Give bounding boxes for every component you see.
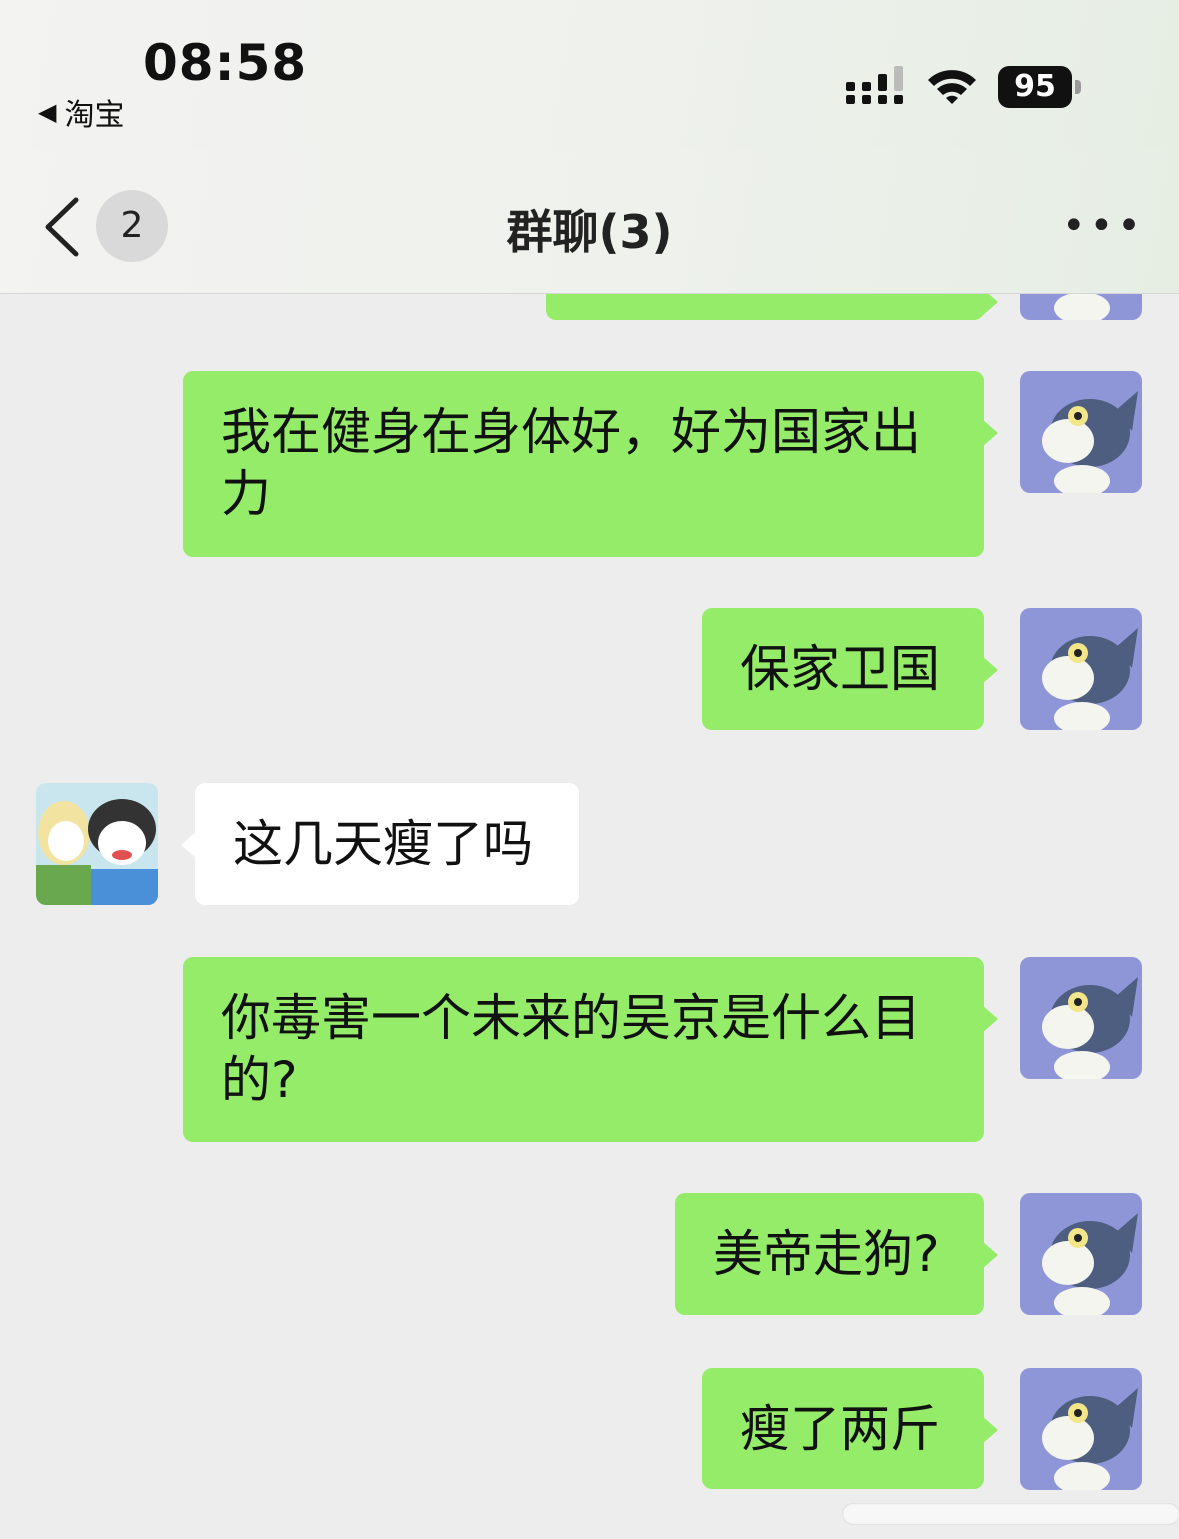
signal-icon: [846, 66, 903, 104]
back-to-app-button[interactable]: ◀ 淘宝: [38, 90, 124, 134]
tom-cat-avatar-icon: [1020, 1193, 1142, 1315]
avatar-self[interactable]: [1020, 1193, 1142, 1315]
avatar-other[interactable]: [36, 783, 158, 905]
tom-cat-avatar-icon: [1020, 1368, 1142, 1490]
battery-level: 95: [998, 66, 1072, 108]
home-indicator: [842, 1503, 1179, 1525]
back-app-label: 淘宝: [64, 98, 125, 133]
avatar-self[interactable]: [1020, 957, 1142, 1079]
battery-icon: 95: [998, 66, 1088, 108]
back-triangle-icon: ◀: [38, 98, 57, 126]
wifi-icon: [928, 70, 976, 104]
message-bubble[interactable]: 瘦了两斤: [702, 1368, 998, 1489]
chat-header: 2 群聊(3) •••: [0, 150, 1179, 294]
tom-cat-avatar-icon: [1020, 371, 1142, 493]
message-bubble[interactable]: 你毒害一个未来的吴京是什么目的?: [183, 957, 998, 1142]
status-bar: 08:58 ◀ 淘宝 95: [0, 0, 1179, 150]
message-bubble[interactable]: 保家卫国: [702, 608, 998, 730]
message-bubble-incoming[interactable]: 这几天瘦了吗: [181, 783, 579, 905]
message-bubble[interactable]: 我在健身在身体好，好为国家出力: [183, 371, 998, 557]
tom-cat-avatar-icon: [1020, 608, 1142, 730]
tom-cat-avatar-icon: [1020, 957, 1142, 1079]
chat-title: 群聊(3): [506, 205, 673, 259]
status-time: 08:58: [143, 34, 308, 92]
avatar-self[interactable]: [1020, 1368, 1142, 1490]
message-bubble[interactable]: 美帝走狗?: [675, 1193, 998, 1315]
avatar-self[interactable]: [1020, 371, 1142, 493]
more-dots-icon[interactable]: •••: [1062, 206, 1141, 246]
avatar-self[interactable]: [1020, 608, 1142, 730]
cartoon-couple-avatar-icon: [36, 783, 158, 905]
